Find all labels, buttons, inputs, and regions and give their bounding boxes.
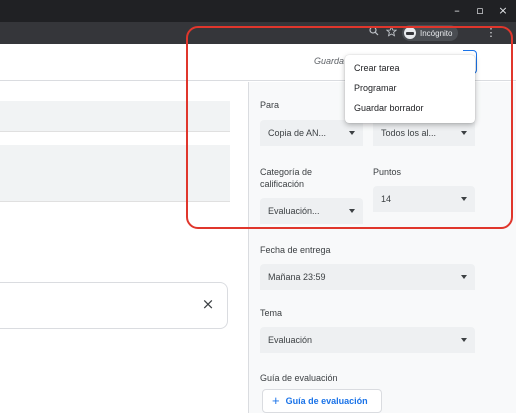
incognito-label: Incógnito [420, 28, 453, 38]
browser-titlebar: – ▫ × [0, 0, 516, 22]
category-select-value: Evaluación... [268, 206, 320, 216]
instructions-field[interactable] [0, 145, 230, 202]
star-icon[interactable] [384, 25, 398, 40]
maximize-button[interactable]: ▫ [472, 3, 488, 19]
plus-icon: + [272, 393, 280, 408]
title-field[interactable] [0, 101, 230, 132]
chevron-down-icon [461, 338, 467, 342]
due-date-value: Mañana 23:59 [268, 272, 326, 282]
category-label: Categoría de calificación [260, 167, 313, 189]
zoom-icon[interactable] [367, 26, 381, 40]
add-rubric-button[interactable]: + Guía de evaluación [262, 389, 382, 413]
menu-item-save-draft[interactable]: Guardar borrador [345, 98, 475, 118]
points-label: Puntos [373, 167, 402, 177]
topic-label: Tema [260, 308, 283, 318]
class-select[interactable]: Copia de AN... [260, 120, 363, 146]
class-select-value: Copia de AN... [268, 128, 327, 138]
due-date-label: Fecha de entrega [260, 245, 331, 255]
assign-options-menu: Crear tarea Programar Guardar borrador [345, 55, 475, 123]
category-select[interactable]: Evaluación... [260, 198, 363, 224]
topic-select-value: Evaluación [268, 335, 313, 345]
rubric-label: Guía de evaluación [260, 373, 338, 383]
chevron-down-icon [461, 197, 467, 201]
menu-item-create-task[interactable]: Crear tarea [345, 58, 475, 78]
points-select[interactable]: 14 [373, 186, 475, 212]
chevron-down-icon [349, 209, 355, 213]
para-label: Para [260, 100, 280, 110]
browser-toolbar: Incógnito ⋮ [0, 22, 516, 44]
remove-attachment-button[interactable]: × [200, 296, 216, 312]
chevron-down-icon [461, 131, 467, 135]
menu-item-schedule[interactable]: Programar [345, 78, 475, 98]
chevron-down-icon [349, 131, 355, 135]
window-close-button[interactable]: × [495, 3, 511, 19]
chevron-down-icon [461, 275, 467, 279]
students-select-value: Todos los al... [381, 128, 437, 138]
saved-status-label: Guarda [314, 56, 345, 66]
due-date-select[interactable]: Mañana 23:59 [260, 264, 475, 290]
add-rubric-label: Guía de evaluación [285, 396, 368, 406]
incognito-icon [404, 27, 416, 39]
topic-select[interactable]: Evaluación [260, 327, 475, 353]
points-select-value: 14 [381, 194, 392, 204]
students-select[interactable]: Todos los al... [373, 120, 475, 146]
incognito-badge[interactable]: Incógnito [402, 25, 459, 41]
browser-menu-icon[interactable]: ⋮ [484, 26, 498, 40]
minimize-button[interactable]: – [449, 3, 465, 19]
attachment-card [0, 282, 228, 329]
